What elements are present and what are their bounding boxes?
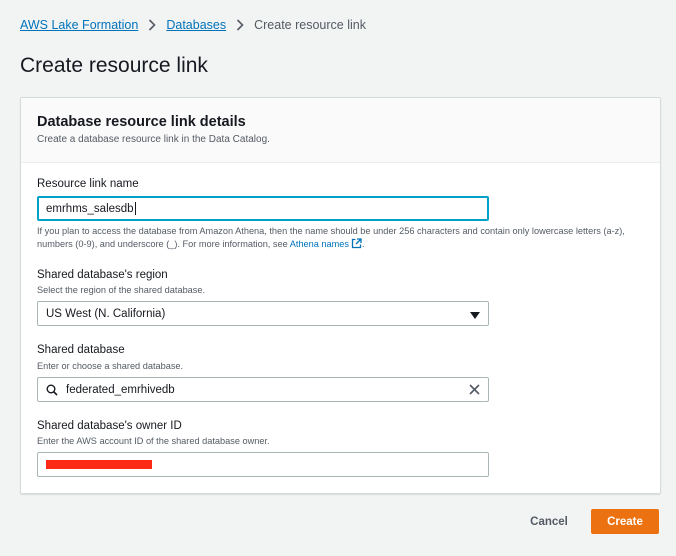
page-title: Create resource link: [20, 54, 208, 77]
panel-header: Database resource link details Create a …: [21, 98, 660, 163]
panel-description: Create a database resource link in the D…: [37, 134, 270, 145]
region-description: Select the region of the shared database…: [37, 285, 206, 295]
chevron-right-icon: [236, 19, 244, 31]
owner-id-description: Enter the AWS account ID of the shared d…: [37, 436, 270, 446]
owner-id-input[interactable]: [37, 452, 489, 477]
redacted-owner-id: [46, 460, 152, 469]
help-text-suffix: .: [362, 239, 365, 249]
owner-id-label: Shared database's owner ID: [37, 420, 182, 432]
region-selected-value: US West (N. California): [46, 307, 166, 320]
panel-title: Database resource link details: [37, 114, 246, 130]
text-caret: [134, 202, 136, 215]
breadcrumb-databases[interactable]: Databases: [166, 18, 226, 32]
breadcrumb-lake-formation[interactable]: AWS Lake Formation: [20, 18, 138, 32]
region-label: Shared database's region: [37, 269, 168, 281]
external-link-icon: [351, 238, 362, 253]
caret-down-icon: [470, 310, 480, 322]
resource-link-name-value: emrhms_salesdb: [46, 202, 134, 215]
resource-link-details-panel: Database resource link details Create a …: [20, 97, 661, 494]
shared-database-label: Shared database: [37, 344, 125, 356]
cancel-button[interactable]: Cancel: [520, 509, 578, 534]
athena-names-link-label: Athena names: [289, 239, 350, 249]
search-icon: [46, 384, 58, 396]
clear-icon[interactable]: [468, 383, 481, 396]
athena-names-link[interactable]: Athena names: [289, 238, 362, 249]
shared-database-search-input[interactable]: federated_emrhivedb: [37, 377, 489, 402]
shared-database-description: Enter or choose a shared database.: [37, 361, 184, 371]
resource-link-name-input[interactable]: emrhms_salesdb: [37, 196, 489, 221]
create-button[interactable]: Create: [591, 509, 659, 534]
breadcrumb: AWS Lake Formation Databases Create reso…: [20, 18, 366, 32]
chevron-right-icon: [148, 19, 156, 31]
resource-link-name-label: Resource link name: [37, 178, 139, 190]
region-select[interactable]: US West (N. California): [37, 301, 489, 326]
shared-database-value: federated_emrhivedb: [66, 383, 175, 396]
breadcrumb-current: Create resource link: [254, 18, 366, 32]
resource-link-name-help: If you plan to access the database from …: [37, 225, 647, 253]
